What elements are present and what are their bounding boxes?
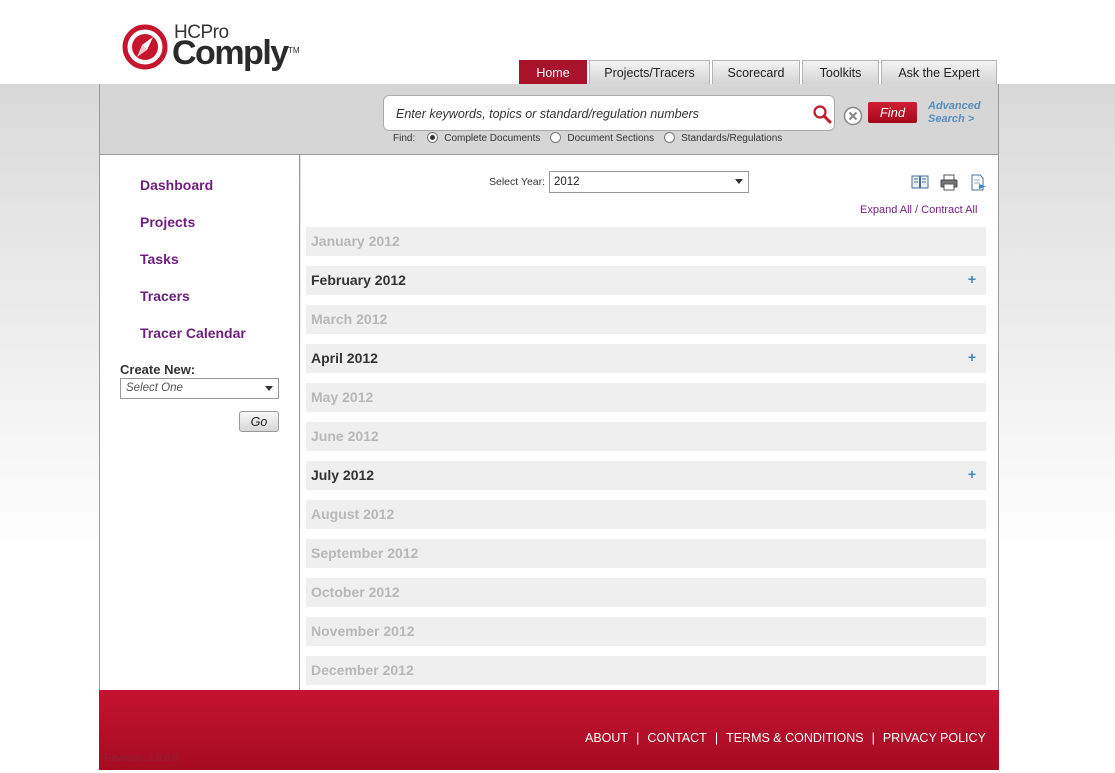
search-input[interactable]	[394, 103, 798, 125]
month-row-august[interactable]: August 2012	[306, 500, 986, 529]
scope-standards-regulations-label: Standards/Regulations	[681, 133, 783, 144]
footer-links: ABOUT | CONTACT | TERMS & CONDITIONS | PRIVACY…	[585, 731, 986, 745]
month-label: October 2012	[311, 584, 400, 600]
logo-comply-text: Comply	[172, 34, 289, 72]
month-row-april[interactable]: April 2012 +	[306, 344, 986, 373]
compass-logo-icon	[122, 24, 168, 70]
find-button[interactable]: Find	[868, 102, 917, 123]
tab-toolkits[interactable]: Toolkits	[802, 60, 879, 84]
expand-plus-icon[interactable]: +	[968, 271, 976, 287]
export-document-icon[interactable]	[969, 174, 987, 191]
create-new-select-value: Select One	[126, 382, 183, 394]
print-icon[interactable]	[940, 174, 958, 191]
month-row-may[interactable]: May 2012	[306, 383, 986, 412]
search-scope-options: Find: Complete Documents Document Sectio…	[393, 132, 792, 144]
sidebar-item-tracer-calendar[interactable]: Tracer Calendar	[140, 325, 246, 341]
month-row-september[interactable]: September 2012	[306, 539, 986, 568]
month-row-november[interactable]: November 2012	[306, 617, 986, 646]
chevron-down-icon	[265, 386, 273, 391]
scope-standards-regulations[interactable]: Standards/Regulations	[664, 132, 783, 144]
tab-ask-the-expert[interactable]: Ask the Expert	[881, 60, 997, 84]
year-select[interactable]: 2012	[549, 171, 749, 193]
month-row-january[interactable]: January 2012	[306, 227, 986, 256]
sidebar-item-tasks[interactable]: Tasks	[140, 251, 179, 267]
footer-contact-link[interactable]: CONTACT	[647, 731, 707, 745]
chevron-down-icon	[735, 179, 743, 184]
month-label: August 2012	[311, 506, 395, 522]
month-row-october[interactable]: October 2012	[306, 578, 986, 607]
footer-separator: |	[636, 731, 640, 745]
month-label: February 2012	[311, 272, 406, 288]
expand-contract-separator: /	[911, 204, 922, 216]
footer-about-link[interactable]: ABOUT	[585, 731, 628, 745]
scope-document-sections-label: Document Sections	[567, 133, 655, 144]
main-nav-tabs: Home Projects/Tracers Scorecard Toolkits…	[519, 60, 997, 84]
hcpro-comply-logo[interactable]: HCPro Comply TM	[122, 22, 302, 74]
expand-plus-icon[interactable]: +	[968, 349, 976, 365]
search-box	[383, 95, 835, 131]
footer	[99, 690, 999, 770]
go-button[interactable]: Go	[239, 411, 279, 432]
footer-privacy-link[interactable]: PRIVACY POLICY	[883, 731, 986, 745]
footer-terms-link[interactable]: TERMS & CONDITIONS	[726, 731, 864, 745]
radio-document-sections[interactable]	[550, 132, 562, 143]
advanced-search-line2: Search >	[928, 113, 975, 125]
expand-all-link[interactable]: Expand All	[860, 204, 912, 216]
radio-complete-documents[interactable]	[427, 132, 439, 143]
month-row-december[interactable]: December 2012	[306, 656, 986, 685]
month-label: September 2012	[311, 545, 419, 561]
expand-contract-controls: Expand All / Contract All	[860, 204, 977, 216]
month-label: December 2012	[311, 662, 414, 678]
select-year-label: Select Year:	[489, 176, 546, 188]
header: HCPro Comply TM Home Projects/Tracers Sc…	[0, 0, 1115, 84]
search-icon[interactable]	[812, 104, 832, 124]
sidebar-item-tracers[interactable]: Tracers	[140, 288, 190, 304]
sidebar-item-projects[interactable]: Projects	[140, 214, 195, 230]
find-scope-label: Find:	[393, 133, 416, 144]
expand-plus-icon[interactable]: +	[968, 466, 976, 482]
scope-complete-documents[interactable]: Complete Documents	[427, 132, 541, 144]
month-row-february[interactable]: February 2012 +	[306, 266, 986, 295]
month-label: July 2012	[311, 467, 375, 483]
footer-separator: |	[714, 731, 719, 745]
clear-search-icon[interactable]	[843, 106, 863, 126]
radio-standards-regulations[interactable]	[664, 132, 676, 143]
month-label: May 2012	[311, 389, 374, 405]
revision-text: Revision: 1.0.0.0	[104, 753, 179, 764]
tab-projects-tracers[interactable]: Projects/Tracers	[589, 60, 710, 84]
advanced-search-link[interactable]: Advanced Search >	[928, 100, 981, 126]
month-label: November 2012	[311, 623, 415, 639]
month-label: June 2012	[311, 428, 379, 444]
contract-all-link[interactable]: Contract All	[921, 204, 977, 216]
tab-home[interactable]: Home	[519, 60, 587, 84]
tab-scorecard[interactable]: Scorecard	[712, 60, 800, 84]
advanced-search-line1: Advanced	[928, 100, 981, 112]
create-new-label: Create New:	[120, 362, 196, 377]
month-label: April 2012	[311, 350, 378, 366]
scope-document-sections[interactable]: Document Sections	[550, 132, 655, 144]
book-icon[interactable]	[911, 174, 929, 191]
month-row-june[interactable]: June 2012	[306, 422, 986, 451]
month-label: January 2012	[311, 233, 400, 249]
year-select-value: 2012	[554, 176, 580, 188]
footer-separator: |	[871, 731, 875, 745]
scope-complete-documents-label: Complete Documents	[444, 133, 541, 144]
create-new-select[interactable]: Select One	[120, 378, 279, 399]
month-row-march[interactable]: March 2012	[306, 305, 986, 334]
month-row-july[interactable]: July 2012 +	[306, 461, 986, 490]
logo-trademark: TM	[288, 46, 300, 55]
sidebar-item-dashboard[interactable]: Dashboard	[140, 177, 213, 193]
month-label: March 2012	[311, 311, 388, 327]
